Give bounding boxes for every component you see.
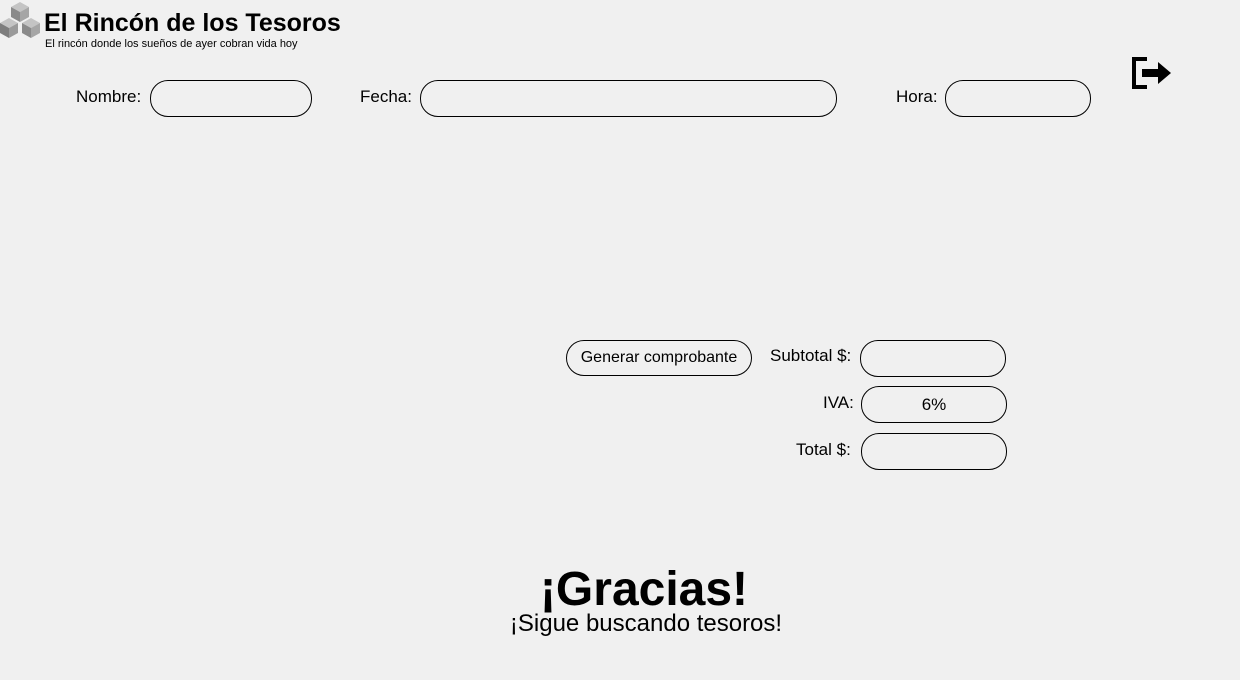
iva-label: IVA: — [823, 393, 854, 412]
nombre-input[interactable] — [150, 80, 312, 117]
thanks-heading: ¡Gracias! — [539, 563, 749, 616]
subtotal-field[interactable] — [860, 340, 1006, 377]
hora-label: Hora: — [896, 87, 938, 106]
total-field[interactable] — [861, 433, 1007, 470]
logout-icon[interactable] — [1130, 56, 1172, 90]
fecha-label: Fecha: — [360, 87, 412, 106]
iva-field[interactable] — [861, 386, 1007, 423]
hora-input[interactable] — [945, 80, 1091, 117]
total-label: Total $: — [796, 440, 851, 459]
app-subtitle: El rincón donde los sueños de ayer cobra… — [45, 38, 298, 50]
stacked-cubes-icon — [0, 2, 40, 38]
subtotal-label: Subtotal $: — [770, 346, 852, 365]
app-title: El Rincón de los Tesoros — [44, 9, 341, 37]
thanks-message: ¡Sigue buscando tesoros! — [509, 610, 783, 637]
generate-receipt-button[interactable]: Generar comprobante — [566, 340, 752, 376]
fecha-input[interactable] — [420, 80, 837, 117]
nombre-label: Nombre: — [76, 87, 142, 106]
